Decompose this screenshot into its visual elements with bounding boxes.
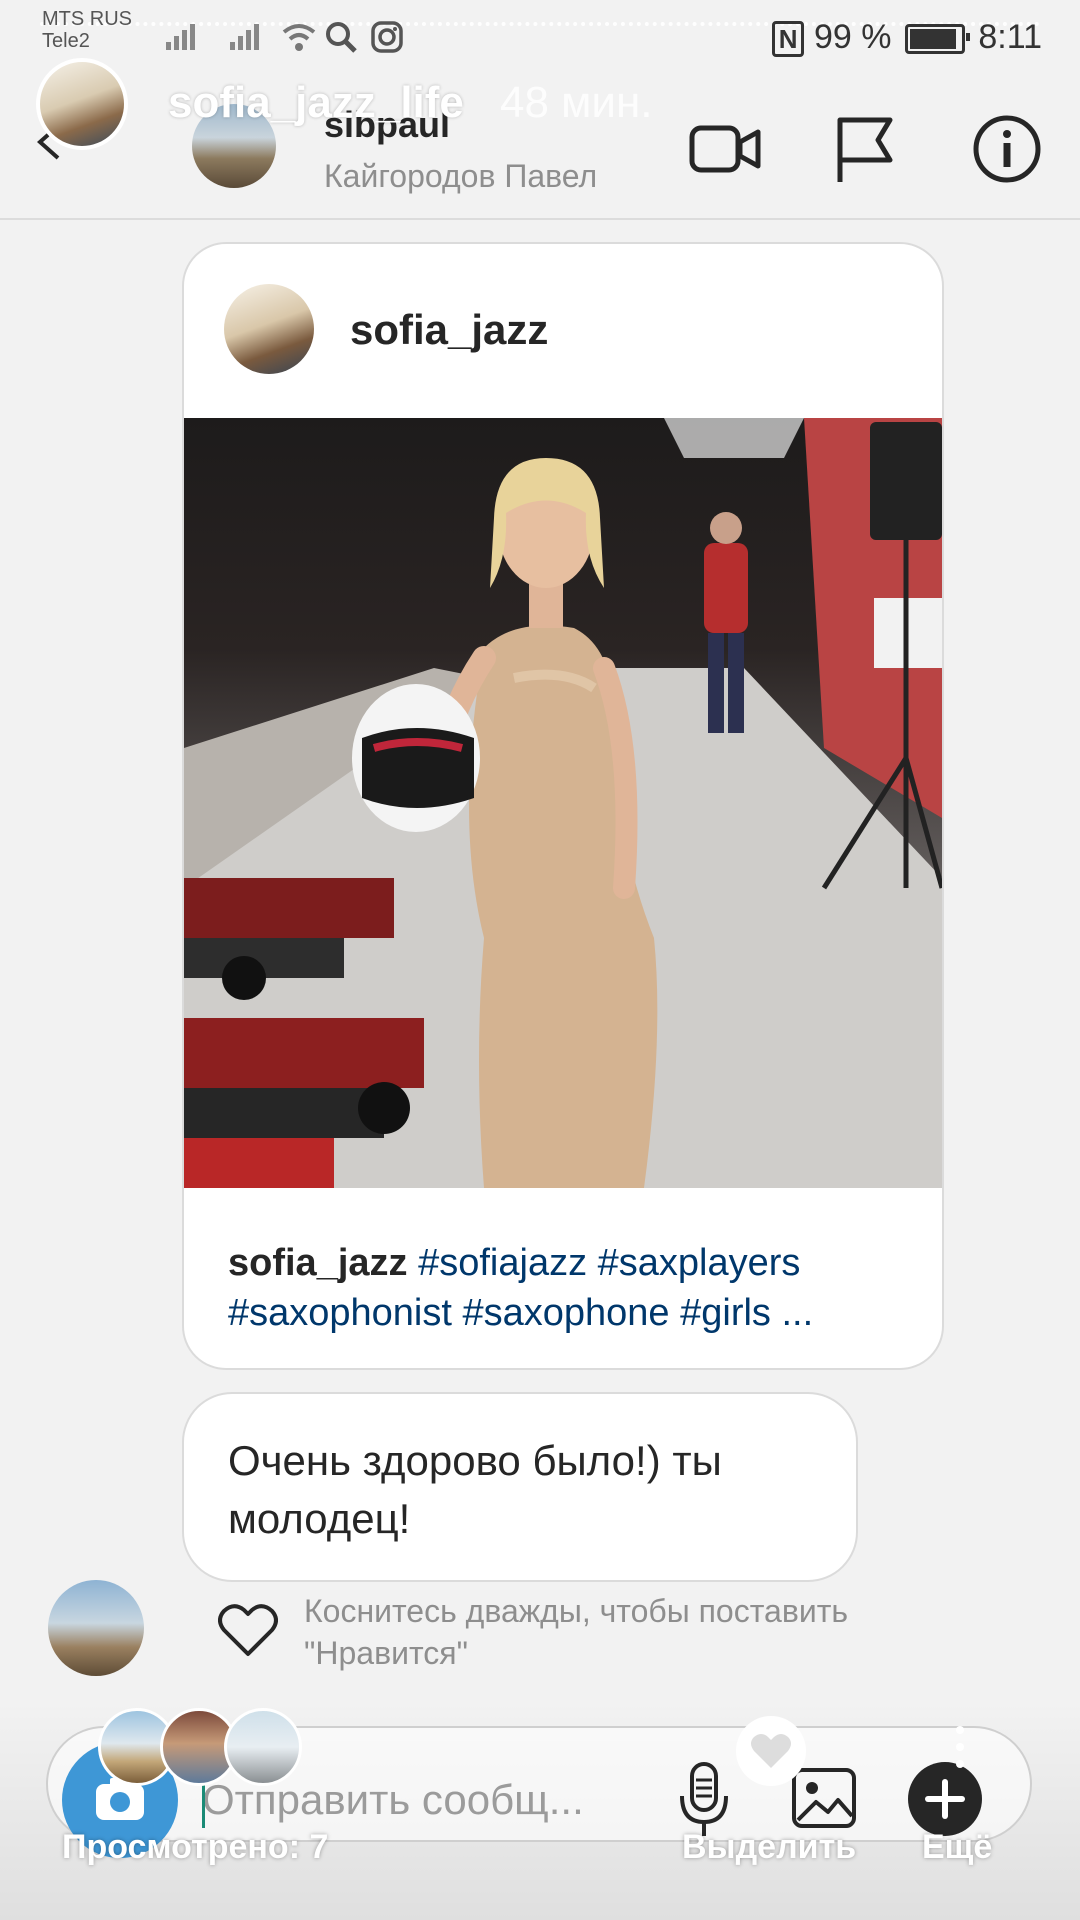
status-bar: MTS RUS Tele2 N 99 % 8:11	[0, 0, 1080, 70]
highlight-button[interactable]	[736, 1716, 806, 1786]
message-text: Очень здорово было!) ты молодец!	[228, 1437, 722, 1542]
heart-outline-icon[interactable]	[218, 1602, 278, 1658]
carrier-2: Tele2	[42, 30, 90, 52]
double-tap-like-hint: Коснитесь дважды, чтобы поставить "Нрави…	[304, 1593, 849, 1671]
viewed-count[interactable]: Просмотрено: 7	[62, 1828, 328, 1867]
wifi-icon	[282, 24, 316, 51]
caption-username[interactable]: sofia_jazz	[228, 1242, 408, 1284]
post-photo-scene	[184, 418, 942, 1188]
search-icon	[326, 22, 357, 53]
post-caption[interactable]: sofia_jazz #sofiajazz #saxplayers #saxop…	[228, 1238, 908, 1338]
battery-icon	[904, 24, 970, 55]
flag-icon[interactable]	[828, 112, 902, 186]
instagram-icon	[371, 21, 403, 53]
carrier-1: MTS RUS	[42, 8, 132, 30]
post-author-username[interactable]: sofia_jazz	[350, 306, 548, 354]
signal-2-icon	[230, 24, 262, 54]
clock: 8:11	[978, 18, 1042, 56]
info-icon[interactable]	[970, 112, 1044, 186]
battery-percent: 99 %	[813, 18, 892, 56]
plus-icon	[925, 1779, 965, 1819]
story-time-ago: 48 мин.	[500, 78, 653, 127]
shared-post-card[interactable]: sofia_jazz sofia_jazz #sofiajazz #saxpla…	[182, 242, 944, 1370]
carrier-labels: MTS RUS Tele2	[42, 8, 132, 52]
status-right: N 99 % 8:11	[771, 18, 1042, 57]
story-username[interactable]: sofia_jazz_life	[168, 78, 464, 128]
heart-filled-icon	[751, 1734, 791, 1768]
chat-full-name: Кайгородов Павел	[324, 158, 598, 194]
story-viewers[interactable]	[98, 1708, 318, 1788]
video-call-icon[interactable]	[688, 112, 762, 186]
viewer-avatar	[224, 1708, 302, 1786]
story-avatar[interactable]	[36, 58, 128, 150]
post-author-avatar[interactable]	[224, 284, 314, 374]
add-button[interactable]	[908, 1762, 982, 1836]
highlight-label[interactable]: Выделить	[682, 1828, 856, 1867]
signal-1-icon	[166, 24, 198, 54]
sender-avatar[interactable]	[48, 1580, 144, 1676]
more-label[interactable]: Ещё	[922, 1828, 992, 1867]
post-photo[interactable]	[184, 418, 942, 1188]
message-bubble[interactable]: Очень здорово было!) ты молодец!	[182, 1392, 858, 1582]
nfc-icon: N	[771, 21, 805, 57]
more-vertical-icon[interactable]	[952, 1724, 968, 1770]
